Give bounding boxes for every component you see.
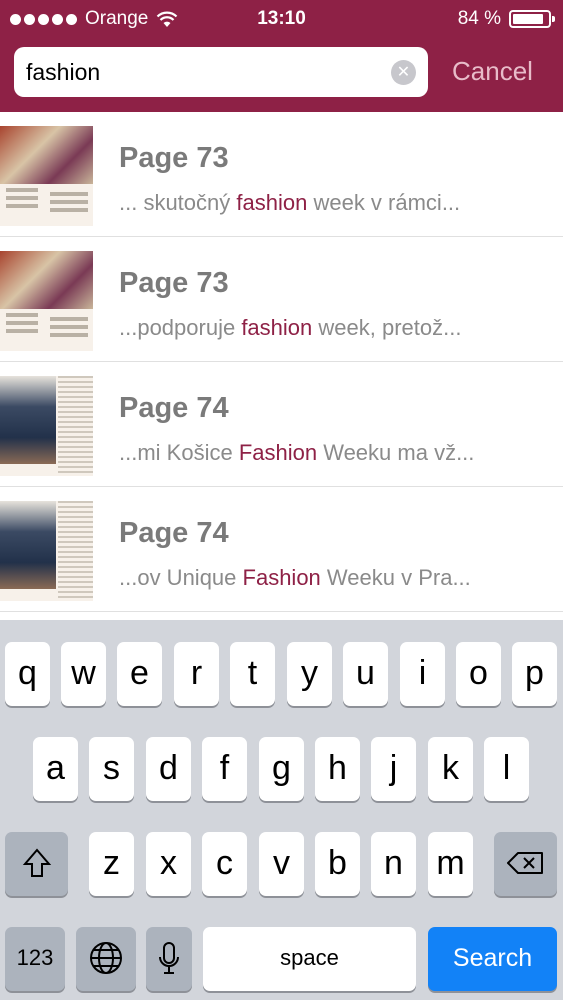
battery-icon bbox=[509, 10, 555, 28]
shift-key[interactable] bbox=[5, 832, 68, 896]
battery-percentage: 84 % bbox=[457, 8, 501, 29]
result-row[interactable]: Page 73 ... skutočný fashion week v rámc… bbox=[0, 112, 563, 237]
page-thumbnail bbox=[0, 126, 93, 226]
microphone-icon bbox=[159, 942, 179, 974]
space-key[interactable]: space bbox=[203, 927, 416, 991]
search-results-list: Page 73 ... skutočný fashion week v rámc… bbox=[0, 112, 563, 620]
key-h[interactable]: h bbox=[315, 737, 360, 801]
key-x[interactable]: x bbox=[146, 832, 191, 896]
result-row[interactable]: Page 74 ...mi Košice Fashion Weeku ma vž… bbox=[0, 362, 563, 487]
match-highlight: Fashion bbox=[242, 565, 321, 590]
key-b[interactable]: b bbox=[315, 832, 360, 896]
key-e[interactable]: e bbox=[117, 642, 162, 706]
backspace-icon bbox=[506, 852, 543, 874]
key-s[interactable]: s bbox=[89, 737, 134, 801]
key-q[interactable]: q bbox=[5, 642, 50, 706]
key-f[interactable]: f bbox=[202, 737, 247, 801]
key-r[interactable]: r bbox=[174, 642, 219, 706]
page-thumbnail bbox=[0, 376, 93, 476]
key-c[interactable]: c bbox=[202, 832, 247, 896]
dictation-key[interactable] bbox=[146, 927, 192, 991]
clear-icon[interactable]: ✕ bbox=[391, 60, 416, 85]
search-key[interactable]: Search bbox=[428, 927, 557, 991]
key-g[interactable]: g bbox=[259, 737, 304, 801]
result-snippet: ...podporuje fashion week, pretož... bbox=[119, 315, 462, 340]
key-j[interactable]: j bbox=[371, 737, 416, 801]
numbers-key[interactable]: 123 bbox=[5, 927, 65, 991]
result-page-title: Page 73 bbox=[119, 142, 229, 174]
match-highlight: Fashion bbox=[238, 440, 318, 465]
delete-key[interactable] bbox=[494, 832, 557, 896]
page-thumbnail bbox=[0, 251, 93, 351]
key-n[interactable]: n bbox=[371, 832, 416, 896]
key-p[interactable]: p bbox=[512, 642, 557, 706]
key-i[interactable]: i bbox=[400, 642, 445, 706]
search-header: Orange 13:10 84 % ✕ Cancel bbox=[0, 0, 563, 112]
result-snippet: ...mi Košice Fashion Weeku ma vž... bbox=[119, 440, 475, 465]
cancel-button[interactable]: Cancel bbox=[452, 56, 533, 87]
key-w[interactable]: w bbox=[61, 642, 106, 706]
result-row[interactable]: Page 74 ...ov Unique Fashion Weeku v Pra… bbox=[0, 487, 563, 612]
result-page-title: Page 74 bbox=[119, 392, 229, 424]
match-highlight: fashion bbox=[241, 315, 313, 340]
key-d[interactable]: d bbox=[146, 737, 191, 801]
search-input[interactable] bbox=[26, 47, 386, 97]
result-row[interactable]: Page 73 ...podporuje fashion week, preto… bbox=[0, 237, 563, 362]
key-z[interactable]: z bbox=[89, 832, 134, 896]
result-snippet: ... skutočný fashion week v rámci... bbox=[119, 190, 461, 215]
key-o[interactable]: o bbox=[456, 642, 501, 706]
shift-icon bbox=[22, 848, 51, 877]
search-field[interactable]: ✕ bbox=[14, 47, 428, 97]
key-m[interactable]: m bbox=[428, 832, 473, 896]
status-bar: Orange 13:10 84 % bbox=[0, 0, 563, 36]
result-page-title: Page 73 bbox=[119, 267, 229, 299]
result-page-title: Page 74 bbox=[119, 517, 229, 549]
key-k[interactable]: k bbox=[428, 737, 473, 801]
key-t[interactable]: t bbox=[230, 642, 275, 706]
keyboard: q w e r t y u i o p a s d f g h j k l z … bbox=[0, 620, 563, 1000]
key-u[interactable]: u bbox=[343, 642, 388, 706]
key-l[interactable]: l bbox=[484, 737, 529, 801]
globe-key[interactable] bbox=[76, 927, 136, 991]
key-v[interactable]: v bbox=[259, 832, 304, 896]
page-thumbnail bbox=[0, 501, 93, 601]
globe-icon bbox=[90, 942, 122, 974]
result-snippet: ...ov Unique Fashion Weeku v Pra... bbox=[119, 565, 471, 590]
key-y[interactable]: y bbox=[287, 642, 332, 706]
key-a[interactable]: a bbox=[33, 737, 78, 801]
match-highlight: fashion bbox=[236, 190, 308, 215]
